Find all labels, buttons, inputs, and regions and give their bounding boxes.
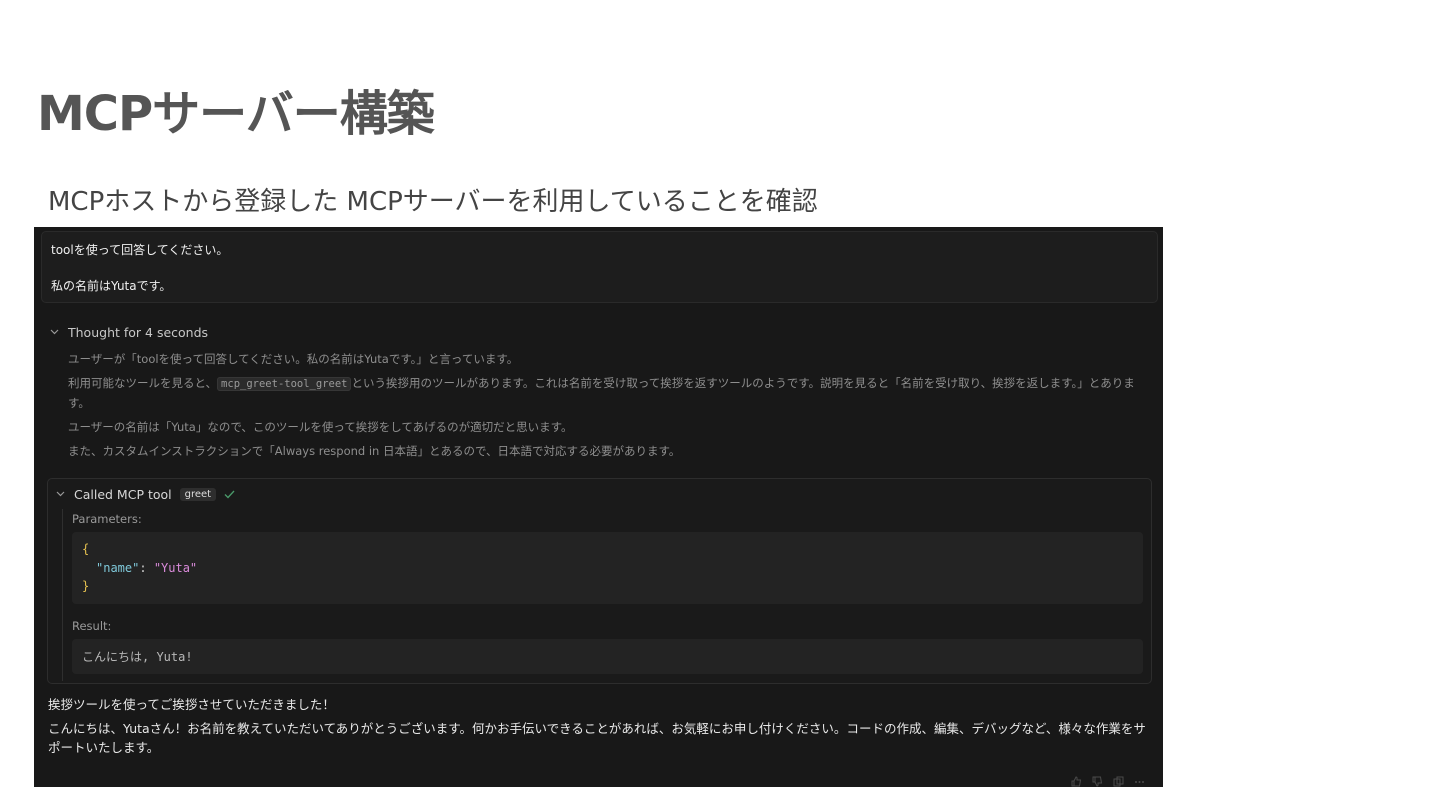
thought-line: ユーザーの名前は「Yuta」なので、このツールを使って挨拶をしてあげるのが適切だ… — [68, 420, 573, 434]
parameters-label: Parameters: — [72, 512, 142, 526]
tool-name-code: mcp_greet-tool_greet — [217, 377, 352, 391]
more-icon[interactable] — [1134, 776, 1145, 787]
tool-badge: greet — [179, 488, 217, 501]
tool-call-panel: Called MCP tool greet Parameters: { "nam… — [47, 478, 1152, 684]
json-brace: { — [82, 542, 90, 556]
result-value: こんにちは, Yuta! — [72, 639, 1143, 674]
user-prompt: toolを使って回答してください。 私の名前はYutaです。 — [41, 231, 1158, 303]
thought-toggle[interactable]: Thought for 4 seconds — [50, 325, 208, 340]
json-brace: } — [82, 579, 90, 593]
chevron-down-icon — [50, 327, 62, 338]
thought-header: Thought for 4 seconds — [68, 325, 209, 340]
json-value: "Yuta" — [153, 560, 198, 575]
slide-title: MCPサーバー構築 — [37, 86, 435, 142]
tool-rail — [62, 509, 63, 681]
answer-line: こんにちは、Yutaさん！お名前を教えていただいてありがとうございます。何かお手… — [48, 721, 1146, 755]
check-icon — [224, 488, 235, 502]
thought-text: 利用可能なツールを見ると、 — [68, 376, 218, 390]
tool-call-header: Called MCP tool — [74, 487, 172, 502]
thought-content: ユーザーが「toolを使って回答してください。私の名前はYutaです。」と言って… — [68, 350, 1148, 466]
prompt-line: toolを使って回答してください。 — [51, 243, 229, 257]
thought-line: ユーザーが「toolを使って回答してください。私の名前はYutaです。」と言って… — [68, 352, 519, 366]
assistant-answer: 挨拶ツールを使ってご挨拶させていただきました！ こんにちは、Yutaさん！お名前… — [48, 695, 1148, 762]
thumbs-up-icon[interactable] — [1071, 776, 1082, 787]
chevron-down-icon — [56, 489, 68, 500]
message-actions — [1071, 776, 1145, 787]
result-label: Result: — [72, 619, 112, 633]
json-colon: : — [139, 560, 154, 575]
json-key: "name" — [96, 560, 140, 575]
thought-line: 利用可能なツールを見ると、 mcp_greet-tool_greet という挨拶用の… — [68, 374, 1148, 413]
tool-call-toggle[interactable]: Called MCP tool greet — [56, 487, 235, 502]
parameters-code-block: { "name": "Yuta" } — [72, 532, 1143, 604]
copy-icon[interactable] — [1113, 776, 1124, 787]
thought-line: また、カスタムインストラクションで「Always respond in 日本語」… — [68, 444, 681, 458]
chat-screenshot: toolを使って回答してください。 私の名前はYutaです。 Thought f… — [34, 227, 1163, 787]
thumbs-down-icon[interactable] — [1092, 776, 1103, 787]
slide-subtitle: MCPホストから登録した MCPサーバーを利用していることを確認 — [48, 187, 818, 217]
prompt-line: 私の名前はYutaです。 — [51, 279, 172, 293]
answer-line: 挨拶ツールを使ってご挨拶させていただきました！ — [48, 697, 335, 712]
